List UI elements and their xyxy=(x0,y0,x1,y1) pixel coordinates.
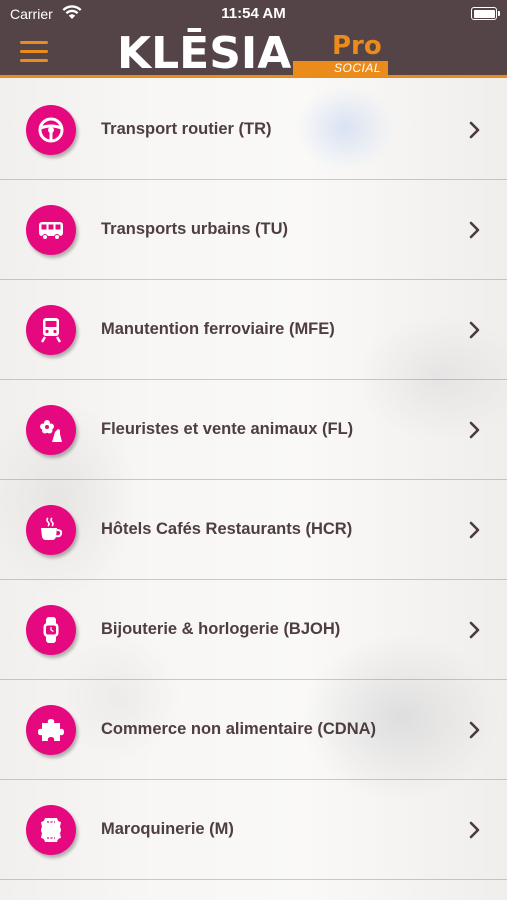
sector-label: Hôtels Cafés Restaurants (HCR) xyxy=(101,520,353,538)
header-bar: Carrier 11:54 AM KLĒSIA Pro SOCIAL xyxy=(0,0,507,78)
battery-icon xyxy=(471,7,500,20)
sector-label: Transports urbains (TU) xyxy=(101,220,289,238)
chevron-right-icon xyxy=(469,521,480,539)
klesia-logo: KLĒSIA Pro SOCIAL xyxy=(117,30,389,78)
chevron-right-icon xyxy=(469,421,480,439)
sector-item-hcr[interactable]: Hôtels Cafés Restaurants (HCR) xyxy=(0,480,507,580)
logo-pro: Pro xyxy=(332,31,382,61)
sector-item-mfe[interactable]: Manutention ferroviaire (MFE) xyxy=(0,280,507,380)
sector-label: Maroquinerie (M) xyxy=(101,820,234,838)
clock: 11:54 AM xyxy=(221,5,286,22)
sector-label: Bijouterie & horlogerie (BJOH) xyxy=(101,620,341,638)
sector-label: Manutention ferroviaire (MFE) xyxy=(101,320,335,338)
watch-icon xyxy=(26,605,76,655)
bus-icon xyxy=(26,205,76,255)
status-bar: Carrier 11:54 AM xyxy=(0,0,507,28)
hamburger-menu-icon[interactable] xyxy=(20,41,48,63)
train-icon xyxy=(26,305,76,355)
chevron-right-icon xyxy=(469,321,480,339)
coffee-cup-icon xyxy=(26,505,76,555)
sector-label: Fleuristes et vente animaux (FL) xyxy=(101,420,354,438)
sector-item-cdna[interactable]: Commerce non alimentaire (CDNA) xyxy=(0,680,507,780)
steering-wheel-icon xyxy=(26,105,76,155)
sector-item-tu[interactable]: Transports urbains (TU) xyxy=(0,180,507,280)
chevron-right-icon xyxy=(469,121,480,139)
sector-label: Transport routier (TR) xyxy=(101,120,272,138)
sector-item-bjoh[interactable]: Bijouterie & horlogerie (BJOH) xyxy=(0,580,507,680)
puzzle-icon xyxy=(26,705,76,755)
sector-label: Commerce non alimentaire (CDNA) xyxy=(101,720,377,738)
sector-item-tr[interactable]: Transport routier (TR) xyxy=(0,80,507,180)
chevron-right-icon xyxy=(469,621,480,639)
chevron-right-icon xyxy=(469,821,480,839)
logo-text: KLĒSIA xyxy=(117,28,292,79)
sector-item-fl[interactable]: Fleuristes et vente animaux (FL) xyxy=(0,380,507,480)
chevron-right-icon xyxy=(469,221,480,239)
sector-list: Transport routier (TR) Transports urbain… xyxy=(0,80,507,880)
sector-item-m[interactable]: Maroquinerie (M) xyxy=(0,780,507,880)
leather-icon xyxy=(26,805,76,855)
logo-social: SOCIAL xyxy=(293,61,388,76)
chevron-right-icon xyxy=(469,721,480,739)
flower-animal-icon xyxy=(26,405,76,455)
